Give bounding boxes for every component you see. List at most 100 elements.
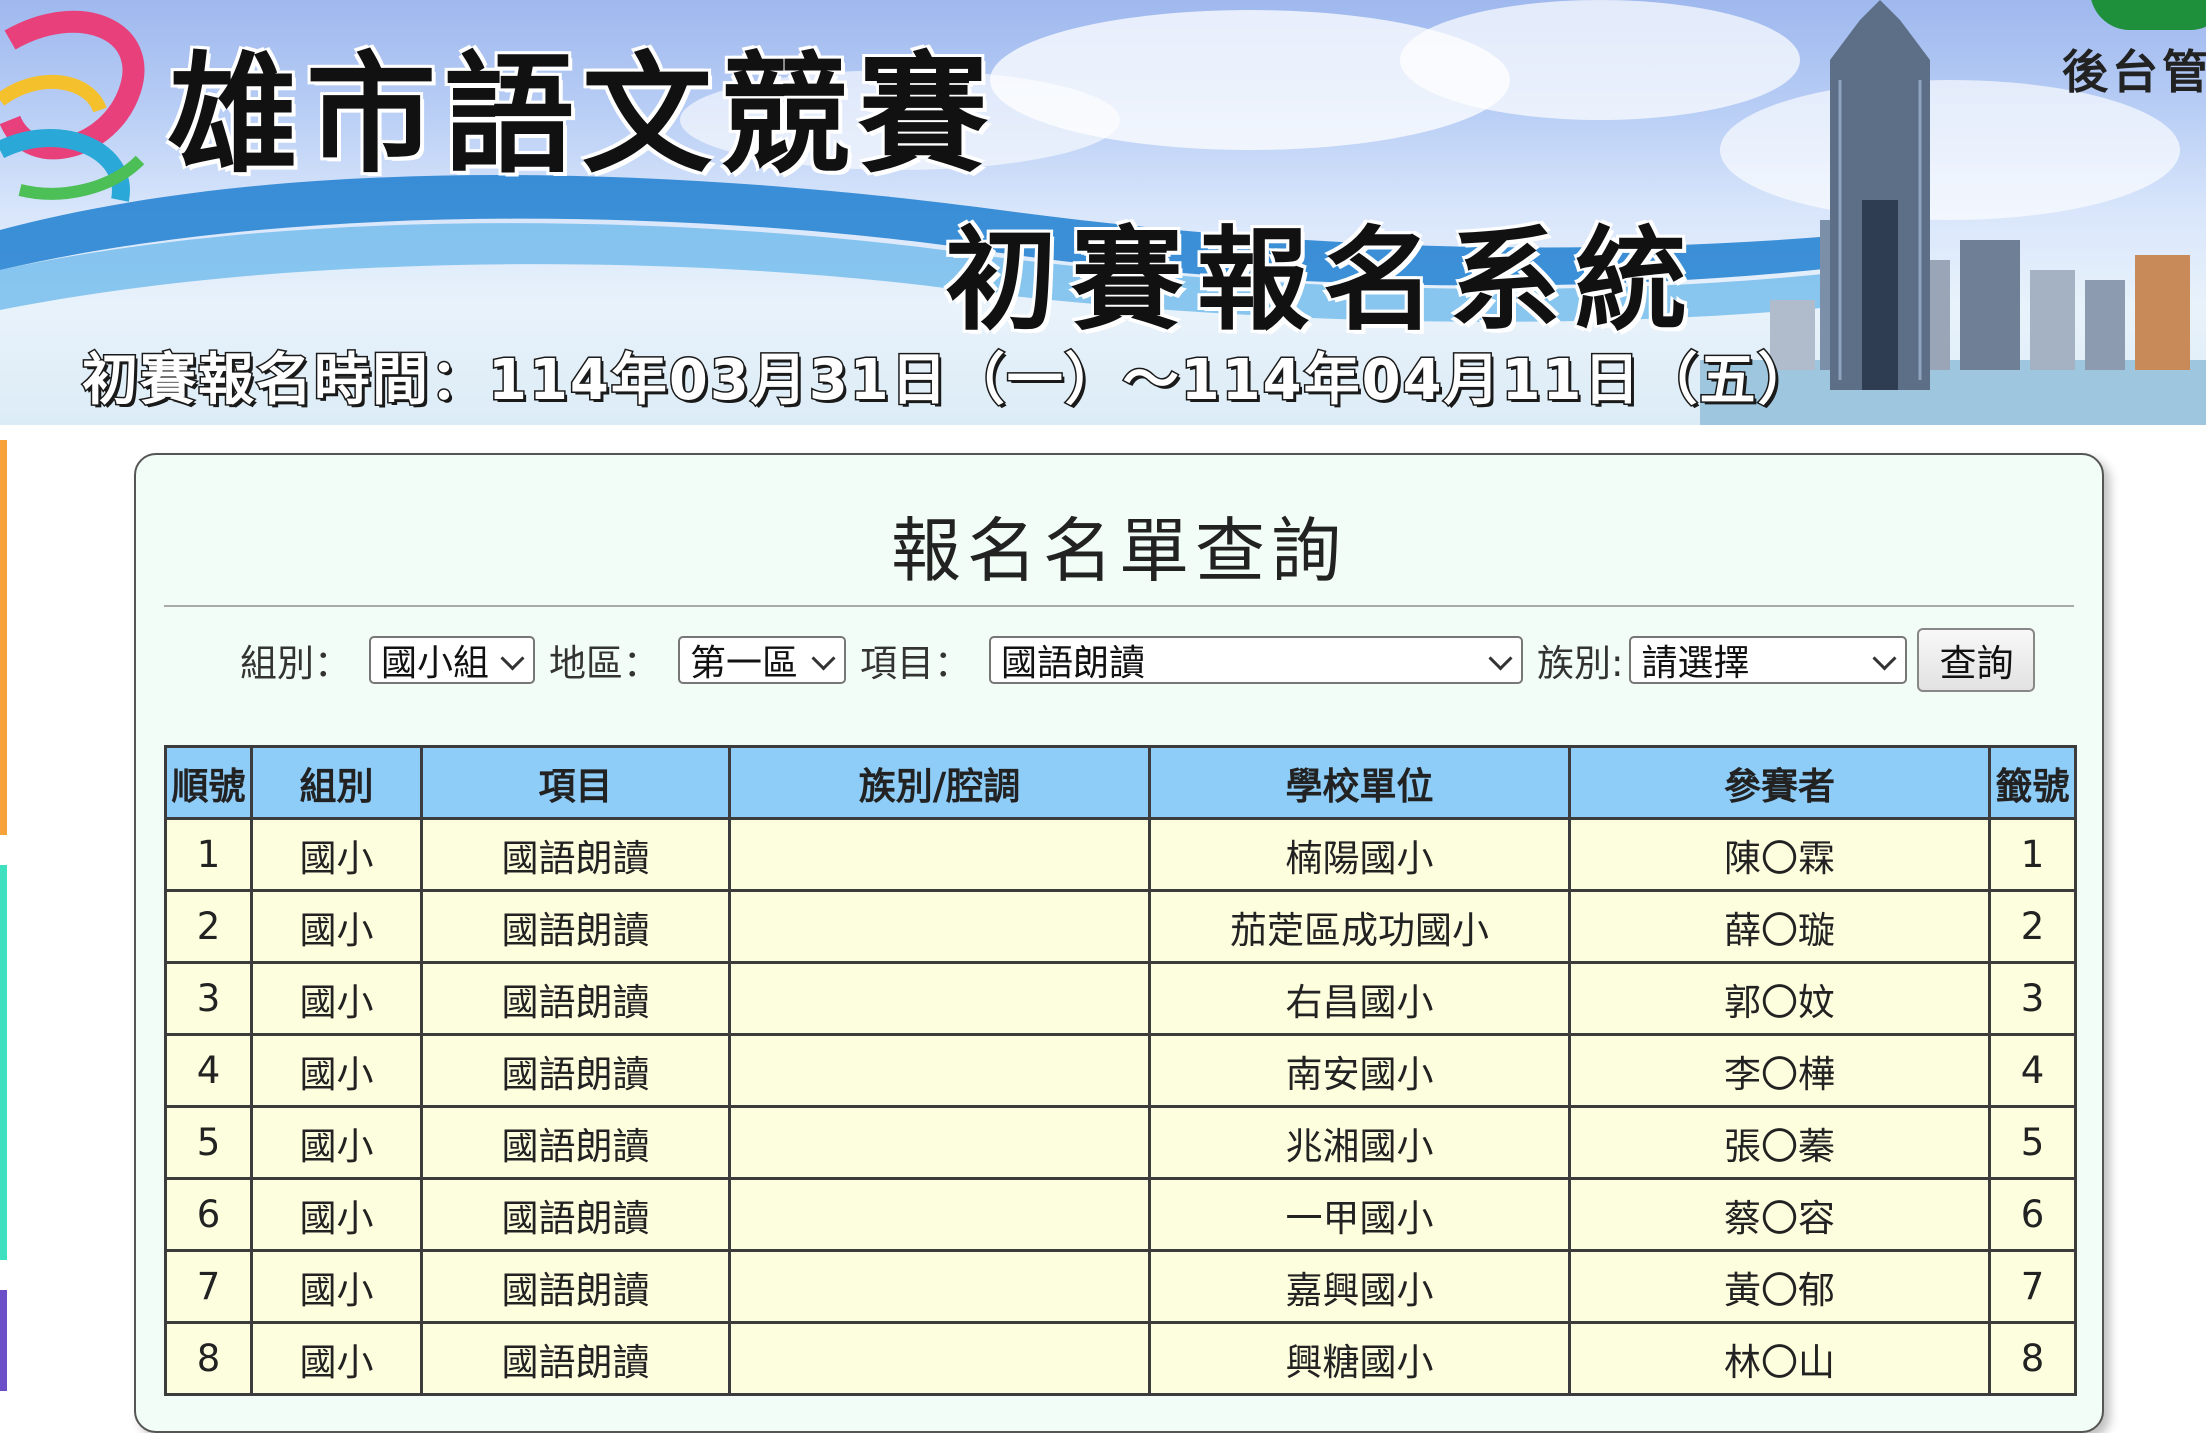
- cell-ethnic: [728, 1249, 1151, 1324]
- table-row: 3 國小 國語朗讀 右昌國小 郭〇妏 3: [164, 961, 2077, 1036]
- table-row: 2 國小 國語朗讀 茄萣區成功國小 薛〇璇 2: [164, 889, 2077, 964]
- col-header-group: 組別: [250, 745, 423, 820]
- cell-seq: 2: [164, 889, 253, 964]
- cell-group: 國小: [250, 1177, 423, 1252]
- item-select-value: 國語朗讀: [1001, 643, 1146, 684]
- cell-participant: 陳〇霖: [1568, 817, 1991, 892]
- table-row: 8 國小 國語朗讀 興糖國小 林〇山 8: [164, 1321, 2077, 1396]
- cell-participant: 薛〇璇: [1568, 889, 1991, 964]
- table-row: 6 國小 國語朗讀 一甲國小 蔡〇容 6: [164, 1177, 2077, 1252]
- ethnic-select-value: 請選擇: [1641, 643, 1750, 684]
- cell-participant: 李〇樺: [1568, 1033, 1991, 1108]
- cell-participant: 黃〇郁: [1568, 1249, 1991, 1324]
- cell-group: 國小: [250, 961, 423, 1036]
- cell-draw-number: 3: [1988, 961, 2077, 1036]
- cell-school: 右昌國小: [1148, 961, 1571, 1036]
- page-title: 報名名單查詢: [891, 510, 1347, 592]
- cell-participant: 林〇山: [1568, 1321, 1991, 1396]
- cell-ethnic: [728, 1177, 1151, 1252]
- cell-group: 國小: [250, 1249, 423, 1324]
- cell-school: 兆湘國小: [1148, 1105, 1571, 1180]
- registration-period: 初賽報名時間：114年03月31日（一）～114年04月11日（五）: [81, 347, 1816, 415]
- area-label: 地區：: [549, 642, 660, 685]
- registration-table: 順號 組別 項目 族別/腔調 學校單位 參賽者 籤號 1 國小 國語朗讀 楠陽國…: [164, 745, 2077, 1396]
- admin-link[interactable]: 後台管: [2062, 36, 2206, 102]
- cell-participant: 郭〇妏: [1568, 961, 1991, 1036]
- item-select[interactable]: 國語朗讀: [989, 636, 1523, 684]
- header-banner: 雄市語文競賽 初賽報名系統 初賽報名時間：114年03月31日（一）～114年0…: [0, 0, 2206, 425]
- cell-school: 一甲國小: [1148, 1177, 1571, 1252]
- cell-ethnic: [728, 1033, 1151, 1108]
- col-header-seq: 順號: [164, 745, 253, 820]
- cell-school: 嘉興國小: [1148, 1249, 1571, 1324]
- ethnic-select[interactable]: 請選擇: [1629, 636, 1908, 684]
- chevron-down-icon: [500, 646, 525, 671]
- query-panel: 報名名單查詢 組別： 國小組 地區： 第一區 項目： 國語朗讀 族別: 請選擇 …: [134, 453, 2104, 1433]
- cell-draw-number: 1: [1988, 817, 2077, 892]
- cell-group: 國小: [250, 889, 423, 964]
- group-label: 組別：: [240, 642, 351, 685]
- cell-item: 國語朗讀: [420, 1249, 731, 1324]
- cell-draw-number: 8: [1988, 1321, 2077, 1396]
- query-button[interactable]: 查詢: [1917, 628, 2036, 692]
- cell-group: 國小: [250, 1321, 423, 1396]
- cell-group: 國小: [250, 817, 423, 892]
- chevron-down-icon: [1872, 646, 1897, 671]
- cell-seq: 5: [164, 1105, 253, 1180]
- cell-school: 南安國小: [1148, 1033, 1571, 1108]
- col-header-item: 項目: [420, 745, 731, 820]
- cell-seq: 1: [164, 817, 253, 892]
- cell-ethnic: [728, 1105, 1151, 1180]
- area-select[interactable]: 第一區: [678, 636, 846, 684]
- cell-draw-number: 6: [1988, 1177, 2077, 1252]
- table-row: 7 國小 國語朗讀 嘉興國小 黃〇郁 7: [164, 1249, 2077, 1324]
- cell-draw-number: 5: [1988, 1105, 2077, 1180]
- cell-draw-number: 2: [1988, 889, 2077, 964]
- cell-item: 國語朗讀: [420, 817, 731, 892]
- cell-school: 楠陽國小: [1148, 817, 1571, 892]
- ethnic-label: 族別:: [1537, 642, 1624, 685]
- area-select-value: 第一區: [690, 643, 799, 684]
- table-header-row: 順號 組別 項目 族別/腔調 學校單位 參賽者 籤號: [164, 745, 2077, 820]
- col-header-school: 學校單位: [1148, 745, 1571, 820]
- col-header-ethnic: 族別/腔調: [728, 745, 1151, 820]
- banner-title: 雄市語文競賽: [168, 38, 997, 191]
- cell-draw-number: 7: [1988, 1249, 2077, 1324]
- cell-seq: 3: [164, 961, 253, 1036]
- cell-school: 興糖國小: [1148, 1321, 1571, 1396]
- cell-draw-number: 4: [1988, 1033, 2077, 1108]
- left-accent-strip-purple: [0, 1290, 7, 1391]
- left-accent-strip-orange: [0, 440, 7, 835]
- cell-ethnic: [728, 817, 1151, 892]
- cell-participant: 蔡〇容: [1568, 1177, 1991, 1252]
- cell-group: 國小: [250, 1105, 423, 1180]
- cell-ethnic: [728, 889, 1151, 964]
- chevron-down-icon: [1488, 646, 1513, 671]
- item-label: 項目：: [860, 642, 971, 685]
- banner-subtitle: 初賽報名系統: [945, 215, 1701, 346]
- left-accent-strip-teal: [0, 865, 7, 1260]
- cell-seq: 7: [164, 1249, 253, 1324]
- group-select-value: 國小組: [381, 643, 490, 684]
- cell-item: 國語朗讀: [420, 1033, 731, 1108]
- col-header-participant: 參賽者: [1568, 745, 1991, 820]
- cell-item: 國語朗讀: [420, 1105, 731, 1180]
- cell-ethnic: [728, 961, 1151, 1036]
- filter-bar: 組別： 國小組 地區： 第一區 項目： 國語朗讀 族別: 請選擇 查詢: [240, 625, 2036, 695]
- table-row: 4 國小 國語朗讀 南安國小 李〇樺 4: [164, 1033, 2077, 1108]
- table-row: 1 國小 國語朗讀 楠陽國小 陳〇霖 1: [164, 817, 2077, 892]
- cell-school: 茄萣區成功國小: [1148, 889, 1571, 964]
- cell-item: 國語朗讀: [420, 961, 731, 1036]
- cell-item: 國語朗讀: [420, 1321, 731, 1396]
- cell-participant: 張〇蓁: [1568, 1105, 1991, 1180]
- cell-ethnic: [728, 1321, 1151, 1396]
- group-select[interactable]: 國小組: [369, 636, 535, 684]
- table-row: 5 國小 國語朗讀 兆湘國小 張〇蓁 5: [164, 1105, 2077, 1180]
- cell-seq: 8: [164, 1321, 253, 1396]
- cell-item: 國語朗讀: [420, 1177, 731, 1252]
- chevron-down-icon: [811, 646, 836, 671]
- col-header-draw-number: 籤號: [1988, 745, 2077, 820]
- title-divider: [164, 605, 2074, 607]
- cell-seq: 6: [164, 1177, 253, 1252]
- cell-seq: 4: [164, 1033, 253, 1108]
